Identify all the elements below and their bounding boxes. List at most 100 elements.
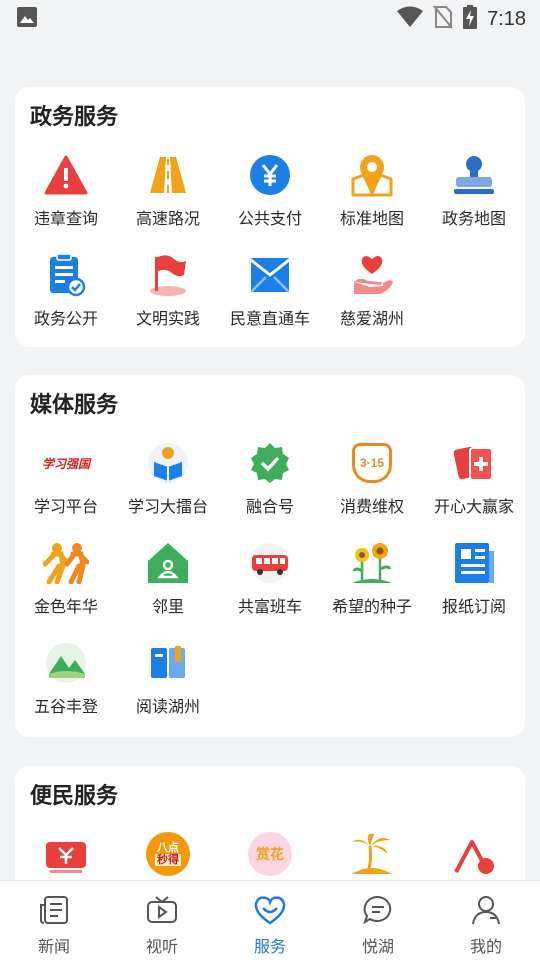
service-item-seeds-of-hope[interactable]: 希望的种子 (321, 539, 423, 629)
service-item-convenience-3[interactable]: 赏花 (219, 830, 321, 880)
news-icon (38, 895, 70, 929)
service-item-public-opinion[interactable]: 民意直通车 (219, 251, 321, 341)
warning-icon (42, 151, 90, 199)
service-label: 政务公开 (33, 309, 98, 328)
check-badge-icon (246, 439, 294, 487)
service-label: 政务地图 (441, 209, 506, 228)
map-pin-icon (348, 151, 396, 199)
nav-label: 悦湖 (361, 937, 394, 956)
ticket-icon (42, 830, 90, 878)
service-item-standard-map[interactable]: 标准地图 (321, 151, 423, 241)
service-item-convenience-1[interactable] (15, 830, 117, 880)
nav-label: 新闻 (37, 937, 70, 956)
service-item-convenience-2[interactable]: 八点 秒得 (117, 830, 219, 880)
service-label: 阅读湖州 (135, 697, 200, 716)
service-item-gov-map[interactable]: 政务地图 (423, 151, 525, 241)
service-item-violation-query[interactable]: 违章查询 (15, 151, 117, 241)
service-item-newspaper-subscription[interactable]: 报纸订阅 (423, 539, 525, 629)
nav-tab-video[interactable]: 视听 (108, 881, 216, 960)
service-item-neighborhood[interactable]: 邻里 (117, 539, 219, 629)
runners-icon (42, 539, 90, 587)
service-item-xuexi-platform[interactable]: 学习强国 学习平台 (15, 439, 117, 529)
service-label: 消费维权 (339, 497, 404, 516)
service-heart-icon (253, 895, 287, 929)
section-title: 政务服务 (30, 105, 119, 130)
service-label: 标准地图 (339, 209, 404, 228)
gallery-notification-icon (16, 6, 38, 32)
section-title: 便民服务 (30, 784, 119, 809)
section-title: 媒体服务 (30, 393, 119, 418)
service-label: 报纸订阅 (441, 597, 506, 616)
bus-icon (246, 539, 294, 587)
newspaper-icon (450, 539, 498, 587)
service-item-convenience-5[interactable] (423, 830, 525, 880)
service-item-charity[interactable]: 慈爱湖州 (321, 251, 423, 341)
service-item-consumer-rights[interactable]: 3·15 消费维权 (321, 439, 423, 529)
service-item-highway[interactable]: 高速路况 (117, 151, 219, 241)
nav-tab-yuehu[interactable]: 悦湖 (324, 881, 432, 960)
reading-icon (144, 439, 192, 487)
palm-icon (348, 830, 396, 878)
service-item-happy-winner[interactable]: 开心大赢家 (423, 439, 525, 529)
nav-tab-me[interactable]: 我的 (432, 881, 540, 960)
chat-icon (362, 895, 394, 929)
service-label: 学习平台 (33, 497, 98, 516)
shield-315-icon: 3·15 (348, 439, 396, 487)
service-label: 民意直通车 (229, 309, 310, 328)
tv-icon (146, 895, 178, 929)
service-label: 违章查询 (33, 209, 98, 228)
status-time: 7:18 (487, 7, 526, 30)
service-item-common-prosperity-bus[interactable]: 共富班车 (219, 539, 321, 629)
section-media-services: 媒体服务 学习强国 学习平台 学习大擂台 融合号 3·15 消费维权 开心大赢家… (15, 375, 525, 737)
services-content[interactable]: 政务服务 违章查询 高速路况 公共支付 标准地图 政务地图 政务公开 文明实践 … (0, 38, 540, 880)
service-label: 公共支付 (237, 209, 302, 228)
red-pin-icon (450, 830, 498, 878)
nav-label: 我的 (469, 937, 502, 956)
service-label: 邻里 (151, 597, 184, 616)
xuexi-logo-text: 学习强国 (42, 456, 91, 471)
highway-icon (144, 151, 192, 199)
book-icon (144, 639, 192, 687)
clock-badge-icon: 八点 秒得 (144, 830, 192, 878)
flag-icon (144, 251, 192, 299)
battery-charging-icon (463, 5, 478, 33)
service-item-read-huzhou[interactable]: 阅读湖州 (117, 639, 219, 729)
wifi-icon (397, 6, 424, 32)
sunflower-icon (348, 539, 396, 587)
service-label: 慈爱湖州 (339, 309, 404, 328)
clipboard-check-icon (42, 251, 90, 299)
service-item-gov-open[interactable]: 政务公开 (15, 251, 117, 341)
service-label: 开心大赢家 (433, 497, 514, 516)
nav-label: 视听 (145, 937, 178, 956)
nav-tab-services[interactable]: 服务 (216, 881, 324, 960)
service-label: 共富班车 (237, 597, 302, 616)
service-label: 文明实践 (135, 309, 200, 328)
service-item-public-payment[interactable]: 公共支付 (219, 151, 321, 241)
service-label: 学习大擂台 (127, 497, 208, 516)
service-item-civil-practice[interactable]: 文明实践 (117, 251, 219, 341)
flower-badge-text: 赏花 (256, 847, 284, 863)
cards-icon (450, 439, 498, 487)
service-item-xuexi-arena[interactable]: 学习大擂台 (117, 439, 219, 529)
service-label: 希望的种子 (331, 597, 412, 616)
stamp-icon (450, 151, 498, 199)
bottom-nav: 新闻 视听 服务 悦湖 我的 (0, 880, 540, 960)
flower-icon: 赏花 (246, 830, 294, 878)
section-gov-services: 政务服务 违章查询 高速路况 公共支付 标准地图 政务地图 政务公开 文明实践 … (15, 87, 525, 347)
yuan-icon (246, 151, 294, 199)
xuexi-logo-icon: 学习强国 (42, 439, 90, 487)
heart-hand-icon (348, 251, 396, 299)
profile-icon (470, 895, 502, 929)
section-convenience-services: 便民服务 八点 秒得 赏花 (15, 766, 525, 880)
badge-text-line2: 秒得 (155, 853, 181, 866)
mountain-icon (42, 639, 90, 687)
no-sim-icon (433, 5, 453, 33)
nav-tab-news[interactable]: 新闻 (0, 881, 108, 960)
mail-icon (246, 251, 294, 299)
service-item-convenience-4[interactable] (321, 830, 423, 880)
house-icon (144, 539, 192, 587)
service-label: 五谷丰登 (33, 697, 98, 716)
service-item-golden-years[interactable]: 金色年华 (15, 539, 117, 629)
service-item-harvest[interactable]: 五谷丰登 (15, 639, 117, 729)
service-item-ronghe[interactable]: 融合号 (219, 439, 321, 529)
